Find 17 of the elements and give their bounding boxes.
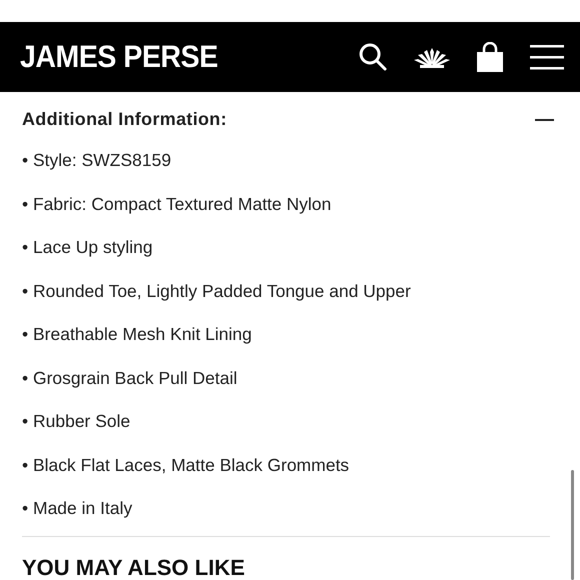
menu-icon[interactable] [530,44,564,70]
detail-item: • Style: SWZS8159 [22,149,172,171]
brand-logo[interactable]: JAMES PERSE [20,34,218,80]
detail-item: • Fabric: Compact Textured Matte Nylon [22,192,332,214]
section-title: Additional Information: [22,108,227,131]
lotus-icon[interactable] [414,46,450,68]
scrollbar[interactable] [571,470,574,580]
related-heading: YOU MAY ALSO LIKE [22,555,246,580]
detail-item: • Rubber Sole [22,410,132,432]
detail-item: • Rounded Toe, Lightly Padded Tongue and Upper [22,280,412,302]
shopping-bag-icon[interactable] [476,42,504,72]
detail-item: • Lace Up styling [22,236,154,258]
detail-item: • Black Flat Laces, Matte Black Grommets [22,454,350,476]
detail-item: • Breathable Mesh Knit Lining [22,323,253,345]
detail-item: • Made in Italy [22,497,134,519]
search-icon[interactable] [358,42,388,72]
detail-item: • Grosgrain Back Pull Detail [22,366,238,388]
